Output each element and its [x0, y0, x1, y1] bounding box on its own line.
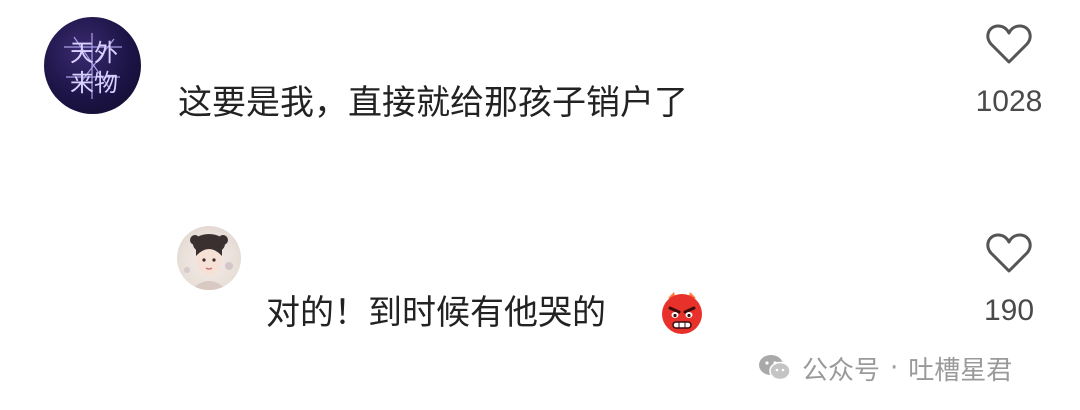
- avatar-image: [184, 234, 233, 290]
- watermark-separator: ·: [890, 353, 899, 383]
- comment-text: 对的！到时候有他哭的: [266, 293, 606, 333]
- heart-outline-icon[interactable]: [985, 22, 1033, 66]
- wechat-icon: [759, 355, 791, 381]
- avatar-image: 天外 来物: [64, 33, 122, 99]
- angry-face-icon: [662, 292, 702, 334]
- watermark-account: 吐槽星君: [908, 355, 1013, 386]
- like-count: 1028: [975, 85, 1043, 118]
- avatar[interactable]: [177, 226, 241, 290]
- watermark-source: 公众号: [802, 355, 881, 386]
- heart-outline-icon[interactable]: [985, 231, 1033, 275]
- avatar-text-line-2: 来物: [70, 69, 118, 97]
- watermark: 公众号 · 吐槽星君: [758, 350, 1012, 386]
- avatar-text-line-1: 天外: [70, 39, 118, 67]
- comment-text: 这要是我，直接就给那孩子销户了: [178, 83, 688, 123]
- avatar[interactable]: 天外 来物: [44, 17, 141, 114]
- like-count: 190: [983, 294, 1035, 327]
